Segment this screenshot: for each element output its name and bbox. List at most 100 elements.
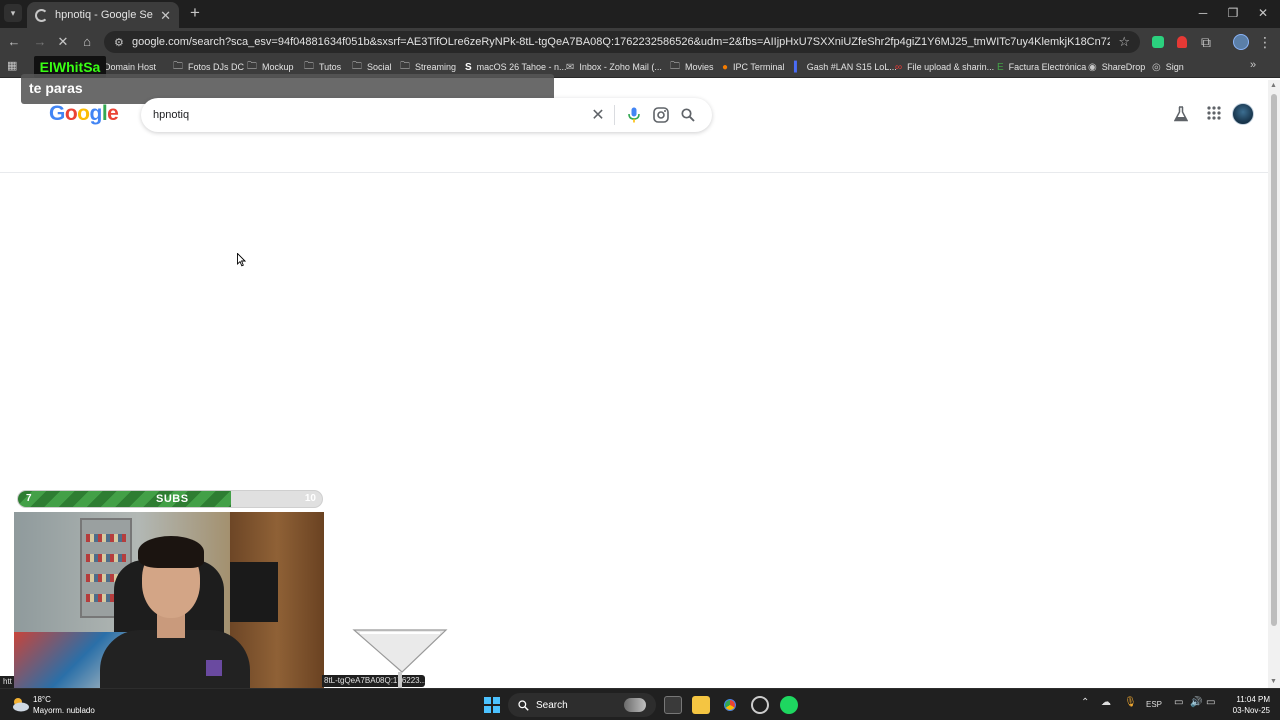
taskbar-search-box[interactable]: Search <box>508 693 656 717</box>
url-text[interactable]: google.com/search?sca_esv=94f04881634f05… <box>132 36 1110 48</box>
search-highlight-icon <box>624 698 646 712</box>
bookmark-social[interactable]: 🗀 Social <box>352 60 392 74</box>
sub-goal-progress <box>18 491 231 507</box>
scroll-down-icon[interactable]: ▼ <box>1270 678 1277 685</box>
windows-start-icon[interactable] <box>484 697 500 713</box>
bookmark-label: macOS 26 Tahoe - n... <box>476 62 567 72</box>
bookmark-macos-tahoe[interactable]: SmacOS 26 Tahoe - n... <box>465 60 567 74</box>
weather-temperature[interactable]: 18°C <box>33 695 51 704</box>
search-divider <box>614 105 615 125</box>
volume-icon[interactable]: 🔊 <box>1190 697 1202 708</box>
bookmark-label: Streaming <box>415 62 457 72</box>
loading-spinner-icon <box>35 8 48 22</box>
forward-icon[interactable]: → <box>30 32 50 52</box>
bookmark-zoho-mail[interactable]: ✉ Inbox - Zoho Mail (... <box>566 60 662 74</box>
chrome-taskbar-icon[interactable] <box>721 696 739 714</box>
webcam-monitor <box>230 562 278 622</box>
bookmark-label: Sign <box>1165 62 1184 72</box>
webcam-feed <box>14 512 324 688</box>
voice-search-icon[interactable] <box>622 103 646 127</box>
bookmark-star-icon[interactable]: ☆ <box>1118 34 1130 50</box>
microphone-icon[interactable]: 🎙 <box>1124 697 1137 708</box>
page-scrollbar[interactable]: ▲ ▼ <box>1268 80 1280 688</box>
bookmark-sharedrop[interactable]: ◉ ShareDrop <box>1088 60 1145 74</box>
file-explorer-icon[interactable] <box>692 696 710 714</box>
scroll-thumb[interactable] <box>1271 94 1277 626</box>
bookmark-movies[interactable]: 🗀 Movies <box>670 60 714 74</box>
network-icon[interactable]: ▭ <box>1174 697 1183 708</box>
bookmark-sign[interactable]: ◎ Sign <box>1152 60 1184 74</box>
weather-cloudy-icon[interactable] <box>10 696 29 712</box>
google-apps-icon[interactable] <box>1205 106 1223 124</box>
scroll-up-icon[interactable]: ▲ <box>1270 82 1277 89</box>
windows-taskbar: 18°C Mayorm. nublado Search ⌃ ☁ 🎙 ESP ▭ … <box>0 688 1280 720</box>
restore-icon[interactable]: ❐ <box>1222 4 1244 22</box>
task-view-icon[interactable] <box>664 696 682 714</box>
bookmark-label: Tutos <box>319 62 342 72</box>
extensions-puzzle-icon[interactable]: ⧉ <box>1198 32 1214 52</box>
tray-overflow-icon[interactable]: ⌃ <box>1081 697 1089 708</box>
bookmark-file-upload[interactable]: ∞ File upload & sharin... <box>895 60 994 74</box>
search-input[interactable] <box>153 109 583 121</box>
tab-close-icon[interactable]: ✕ <box>160 9 171 22</box>
spotify-taskbar-icon[interactable] <box>780 696 798 714</box>
taskbar-clock-date[interactable]: 03-Nov-25 <box>1220 706 1270 715</box>
bookmark-ipc-terminal[interactable]: ● IPC Terminal <box>722 60 784 74</box>
upload-icon: ∞ <box>895 61 903 73</box>
bookmark-tutos[interactable]: 🗀 Tutos <box>304 60 341 74</box>
bookmark-label: IPC Terminal <box>733 62 785 72</box>
account-avatar[interactable] <box>1232 103 1254 125</box>
shelf-row <box>86 554 126 562</box>
tab-strip: ▾ hpnotiq - Google Search ✕ + ─ ❐ ✕ <box>0 0 1280 28</box>
home-icon[interactable]: ⌂ <box>77 32 97 52</box>
back-icon[interactable]: ← <box>4 32 24 52</box>
onedrive-cloud-icon[interactable]: ☁ <box>1101 697 1111 708</box>
browser-menu-icon[interactable]: ⋮ <box>1258 32 1272 52</box>
apps-grid-icon[interactable]: ▦ <box>7 60 19 72</box>
language-indicator[interactable]: ESP <box>1146 700 1162 709</box>
lens-search-icon[interactable] <box>649 103 673 127</box>
logo-letter: o <box>77 102 90 125</box>
webcam-person-body <box>100 630 250 688</box>
s-icon: S <box>465 61 472 73</box>
taskbar-clock-time[interactable]: 11:04 PM <box>1220 695 1270 704</box>
google-logo[interactable]: Google <box>49 102 119 126</box>
folder-icon: 🗀 <box>352 60 362 72</box>
ipc-icon: ● <box>722 61 729 73</box>
new-tab-icon[interactable]: + <box>187 4 203 21</box>
bookmark-domain-host[interactable]: Domain Host <box>104 60 156 74</box>
sub-goal-label: SUBS <box>156 493 189 505</box>
address-bar[interactable]: ⚙ google.com/search?sca_esv=94f04881634f… <box>104 31 1140 53</box>
globe-icon: ◎ <box>1152 61 1161 73</box>
sub-goal-bar: 7 SUBS 10 <box>17 490 323 508</box>
stop-loading-icon[interactable]: ✕ <box>53 32 73 52</box>
bookmarks-more-icon[interactable]: » <box>1250 59 1256 71</box>
bookmark-label: Gash #LAN S15 LoL... <box>806 62 897 72</box>
browser-profile-avatar[interactable] <box>1233 34 1249 50</box>
window-close-icon[interactable]: ✕ <box>1252 4 1274 22</box>
search-submit-icon[interactable] <box>676 103 700 127</box>
sub-goal-current: 7 <box>26 493 32 504</box>
obs-taskbar-icon[interactable] <box>751 696 769 714</box>
site-info-icon[interactable]: ⚙ <box>114 36 132 49</box>
tab-active[interactable]: hpnotiq - Google Search ✕ <box>27 2 179 28</box>
battery-icon[interactable]: ▭ <box>1206 697 1215 708</box>
sub-goal-target: 10 <box>304 493 316 504</box>
clear-search-icon[interactable]: ✕ <box>586 103 610 127</box>
sharedrop-icon: ◉ <box>1088 61 1097 73</box>
extension-green-icon[interactable] <box>1152 36 1164 48</box>
bookmark-factura[interactable]: E Factura Electrónica <box>997 60 1086 74</box>
extension-red-icon[interactable] <box>1177 36 1187 48</box>
tab-title: hpnotiq - Google Search <box>55 9 153 21</box>
bookmark-label: Domain Host <box>104 62 157 72</box>
tab-search-icon[interactable]: ▾ <box>4 4 22 22</box>
minimize-icon[interactable]: ─ <box>1192 4 1214 22</box>
bookmark-mockup[interactable]: 🗀 Mockup <box>247 60 294 74</box>
labs-flask-icon[interactable] <box>1172 106 1190 124</box>
shirt-logo <box>206 660 222 676</box>
bookmark-gash-lan[interactable]: ▍ Gash #LAN S15 LoL... <box>794 60 897 74</box>
bookmark-streaming[interactable]: 🗀 Streaming <box>400 60 456 74</box>
folder-icon: 🗀 <box>247 60 257 72</box>
weather-description[interactable]: Mayorm. nublado <box>33 706 95 715</box>
bookmark-fotos-djs-dc[interactable]: 🗀 Fotos DJs DC <box>173 60 244 74</box>
